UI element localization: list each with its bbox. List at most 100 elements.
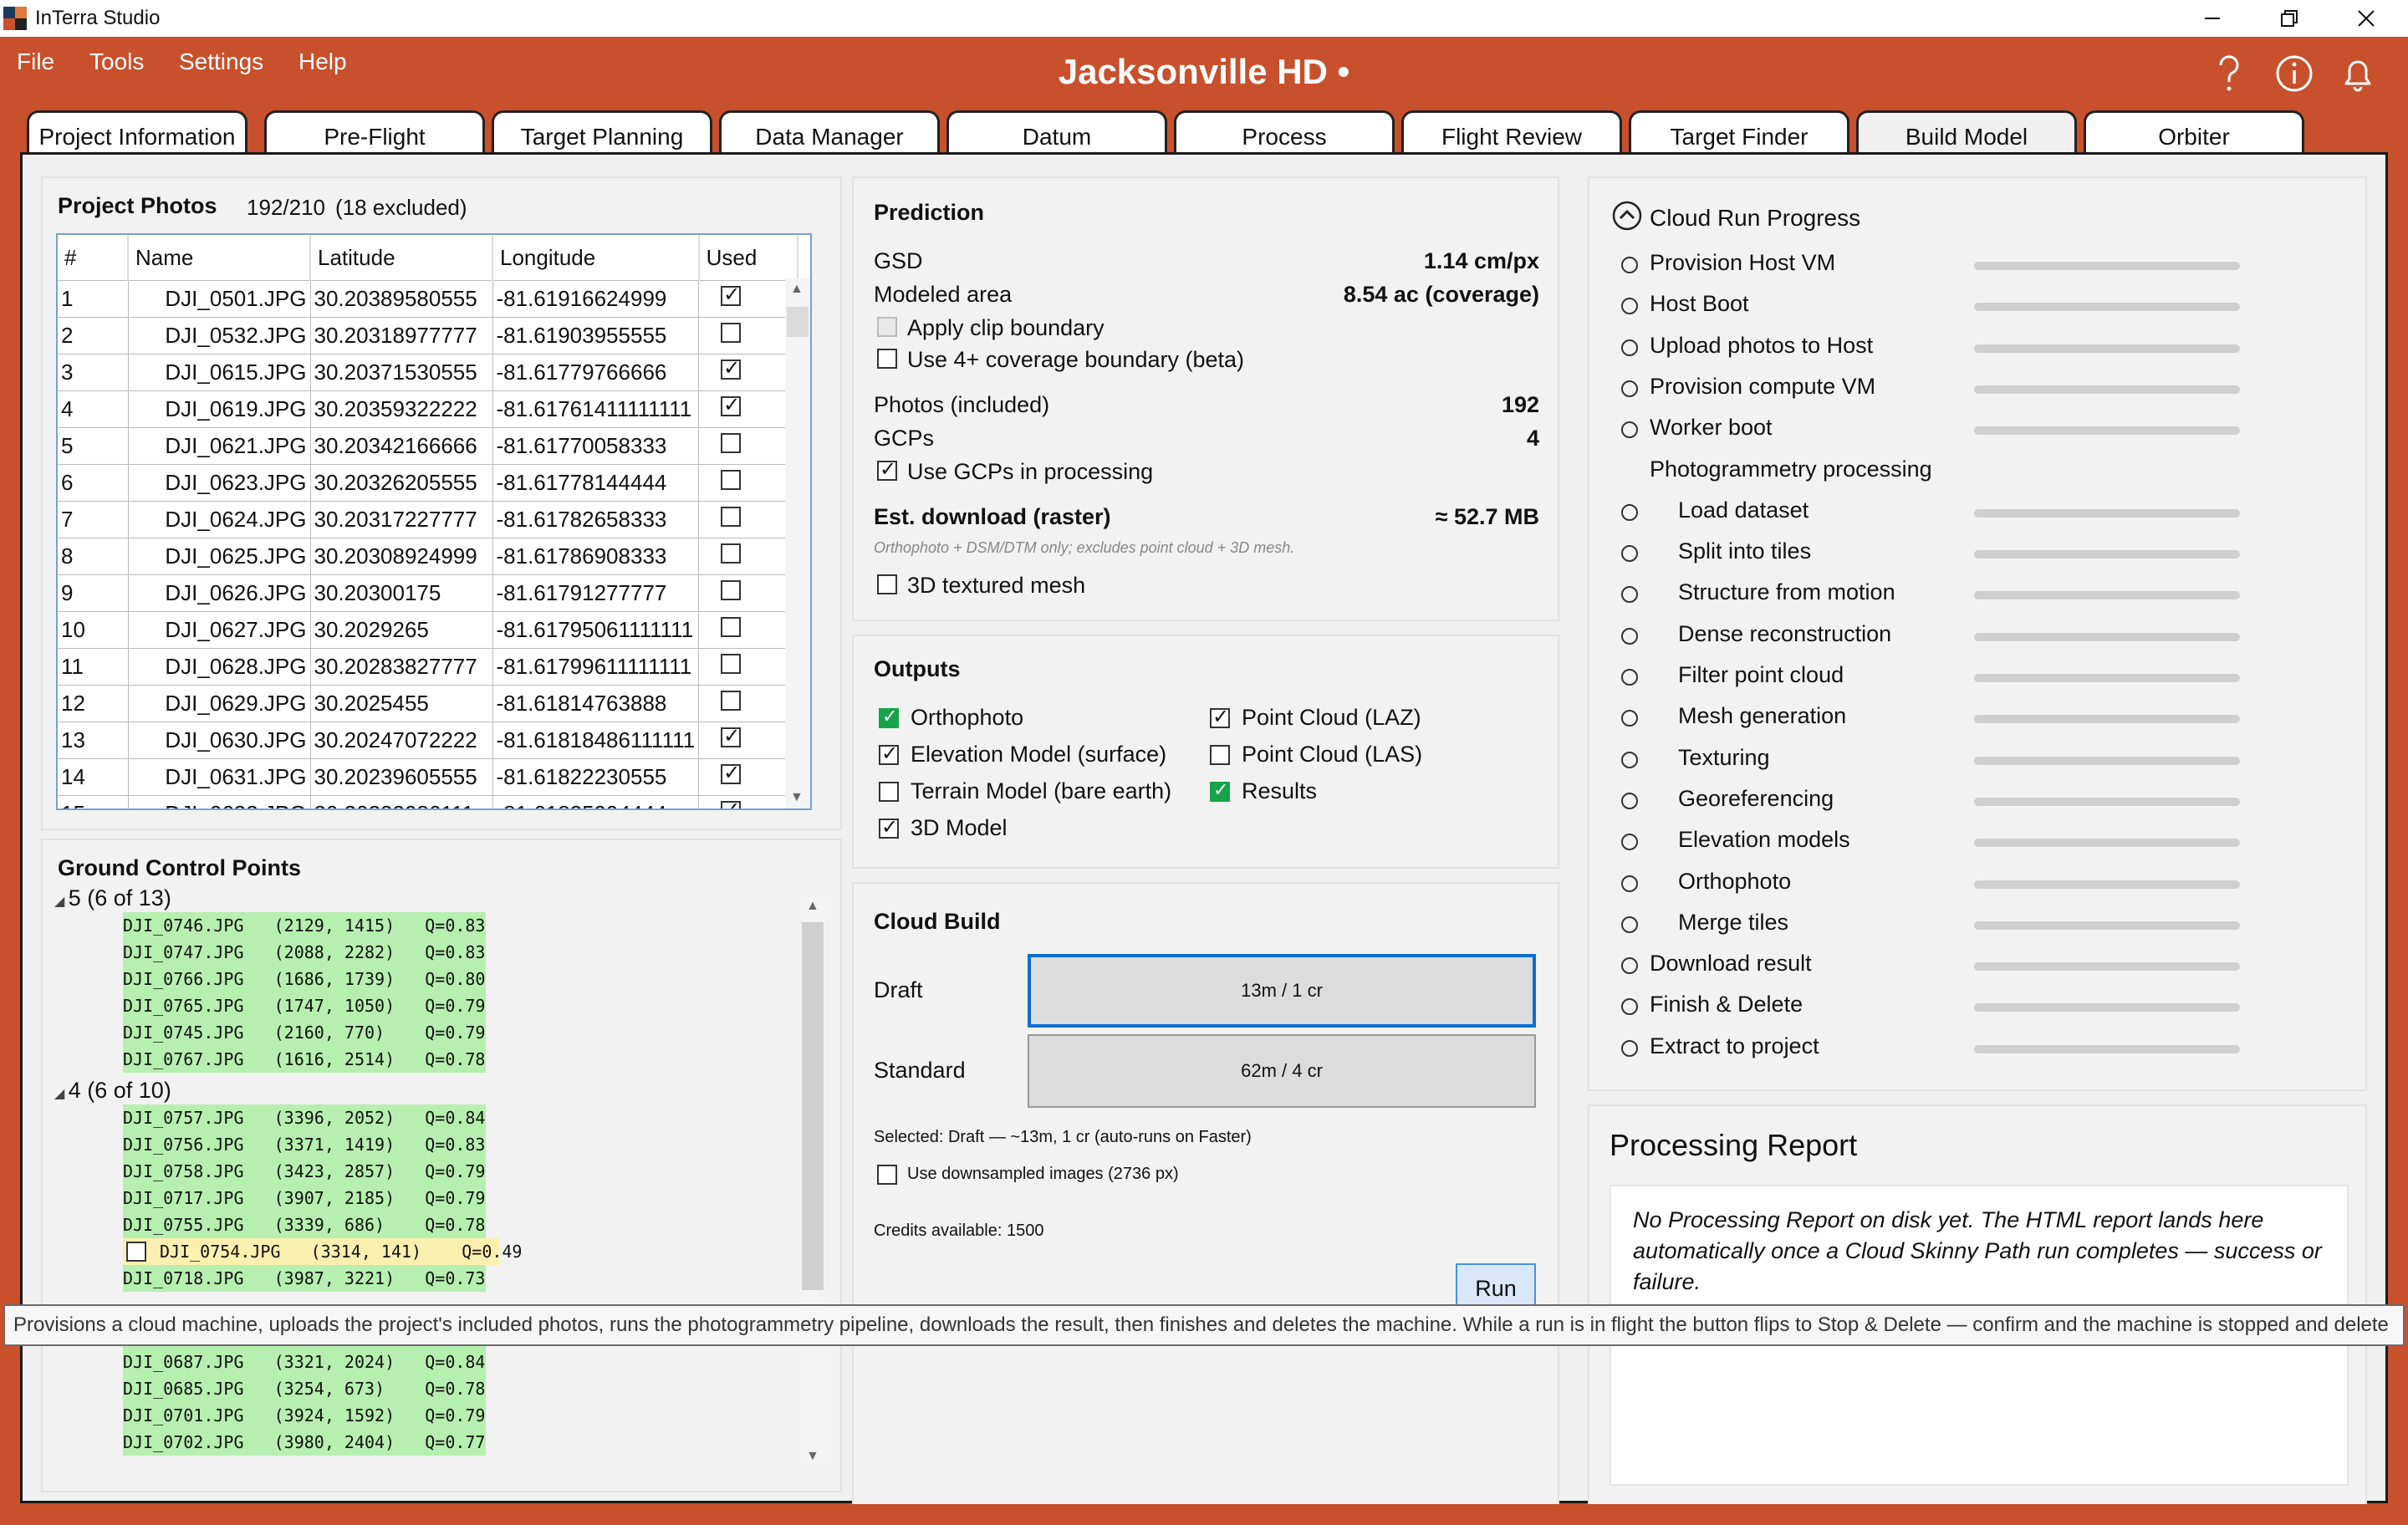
gcp-observation-row[interactable]: DJI_0757.JPG (3396, 2052) Q=0.84 [123, 1104, 486, 1131]
gcp-observation-row[interactable]: DJI_0756.JPG (3371, 1419) Q=0.83 [123, 1131, 486, 1158]
expand-caret-icon[interactable]: ◢ [54, 895, 69, 909]
use-gcps-checkbox[interactable] [877, 457, 897, 482]
photo-used-checkbox[interactable] [721, 724, 742, 748]
gcp-scrollbar-thumb[interactable] [802, 922, 824, 1290]
gcp-scroll-down-icon[interactable]: ▼ [806, 1449, 819, 1464]
gcp-observation-row[interactable]: DJI_0747.JPG (2088, 2282) Q=0.83 [123, 939, 486, 966]
tab-data-manager[interactable]: Data Manager [719, 110, 940, 156]
clip-boundary-checkbox[interactable] [877, 317, 897, 337]
textured-mesh-checkbox[interactable] [877, 574, 897, 594]
gcp-observation-row[interactable]: DJI_0767.JPG (1616, 2514) Q=0.78 [123, 1046, 486, 1073]
downsample-checkbox[interactable] [877, 1165, 897, 1185]
gcp-observation-row[interactable]: DJI_0702.JPG (3980, 2404) Q=0.77 [123, 1429, 486, 1456]
photo-row[interactable]: 5 DJI_0621.JPG 30.20342166666 -81.617700583… [58, 427, 798, 465]
tab-process[interactable]: Process [1174, 110, 1395, 156]
tab-pre-flight[interactable]: Pre-Flight [264, 110, 485, 156]
output-point-cloud-laz-checkbox[interactable] [1210, 705, 1230, 729]
standard-option-button[interactable]: 62m / 4 cr [1028, 1034, 1536, 1108]
photo-used-checkbox[interactable] [721, 433, 742, 453]
close-button[interactable] [2328, 0, 2405, 37]
gcp-group-toggle[interactable]: ◢ 4 (6 of 10) [54, 1078, 171, 1104]
gcp-observation-row[interactable]: DJI_0755.JPG (3339, 686) Q=0.78 [123, 1211, 486, 1238]
gcp-observation-row[interactable]: DJI_0718.JPG (3987, 3221) Q=0.73 [123, 1265, 486, 1292]
photo-used-checkbox[interactable] [721, 617, 742, 637]
tab-build-model[interactable]: Build Model [1856, 110, 2077, 156]
photo-used-checkbox[interactable] [721, 356, 742, 380]
gcp-observation-row[interactable]: DJI_0717.JPG (3907, 2185) Q=0.79 [123, 1185, 486, 1211]
gcp-observation-row[interactable]: DJI_0765.JPG (1747, 1050) Q=0.79 [123, 992, 486, 1019]
photo-row[interactable]: 10 DJI_0627.JPG 30.2029265 -81.617950611111… [58, 611, 798, 649]
scroll-up-icon[interactable]: ▲ [790, 282, 804, 297]
photo-used-checkbox[interactable] [721, 323, 742, 343]
output-terrain-model-bare-earth-checkbox[interactable] [879, 782, 899, 802]
build-model-page: Project Photos 192/210 (18 excluded) # N… [20, 152, 2388, 1504]
photo-used-checkbox[interactable] [721, 654, 742, 674]
col-header-latitude[interactable]: Latitude [310, 235, 493, 281]
photo-row[interactable]: 13 DJI_0630.JPG 30.20247072222 -81.61818486… [58, 722, 798, 759]
output-3d-model-checkbox[interactable] [879, 815, 899, 839]
gcp-observation-row[interactable]: DJI_0754.JPG (3314, 141) Q=0.49 [123, 1238, 522, 1265]
tab-datum[interactable]: Datum [946, 110, 1167, 156]
gcp-observation-row[interactable]: DJI_0687.JPG (3321, 2024) Q=0.84 [123, 1349, 486, 1375]
photo-row[interactable]: 2 DJI_0532.JPG 30.20318977777 -81.619039555… [58, 317, 798, 354]
tab-flight-review[interactable]: Flight Review [1401, 110, 1622, 156]
output-elevation-model-surface-checkbox[interactable] [879, 742, 899, 766]
photo-used-checkbox[interactable] [721, 393, 742, 417]
expand-caret-icon[interactable]: ◢ [54, 1087, 69, 1101]
photo-used-checkbox[interactable] [721, 470, 742, 490]
photo-row[interactable]: 14 DJI_0631.JPG 30.20239605555 -81.61822230… [58, 758, 798, 796]
draft-option-button[interactable]: 13m / 1 cr [1028, 954, 1536, 1028]
minimize-button[interactable] [2174, 0, 2251, 37]
photo-used-checkbox[interactable] [721, 580, 742, 600]
output-orthophoto-checkbox[interactable] [879, 706, 899, 728]
photos-scrollbar[interactable]: ▲ ▼ [785, 278, 810, 808]
photo-number: 2 [58, 317, 129, 354]
photo-row[interactable]: 8 DJI_0625.JPG 30.20308924999 -81.617869083… [58, 538, 798, 575]
gcp-observation-row[interactable]: DJI_0685.JPG (3254, 673) Q=0.78 [123, 1375, 486, 1402]
gcp-observation-row[interactable]: DJI_0758.JPG (3423, 2857) Q=0.79 [123, 1158, 486, 1185]
photo-row[interactable]: 3 DJI_0615.JPG 30.20371530555 -81.617797666… [58, 354, 798, 391]
tab-orbiter[interactable]: Orbiter [2084, 110, 2304, 156]
photo-row[interactable]: 15DJI_0632.JPG30.20232086111-81.61825994… [58, 795, 798, 808]
photo-row[interactable]: 9 DJI_0626.JPG 30.20300175 -81.61791277777 [58, 574, 798, 612]
tab-target-finder[interactable]: Target Finder [1629, 110, 1849, 156]
output-point-cloud-las-checkbox[interactable] [1210, 745, 1230, 765]
gcp-observation-row[interactable]: DJI_0746.JPG (2129, 1415) Q=0.83 [123, 912, 486, 939]
photo-row[interactable]: 11 DJI_0628.JPG 30.20283827777 -81.61799611… [58, 648, 798, 686]
gcp-observation-row[interactable]: DJI_0701.JPG (3924, 1592) Q=0.79 [123, 1402, 486, 1429]
col-header-used[interactable]: Used [698, 235, 798, 281]
output-results-label: Results [1242, 778, 1318, 803]
col-header-number[interactable]: # [58, 235, 129, 281]
help-icon[interactable] [2207, 52, 2251, 95]
collapse-chevron-icon[interactable] [1611, 200, 1643, 232]
tab-target-planning[interactable]: Target Planning [492, 110, 712, 156]
output-results-checkbox[interactable] [1210, 779, 1230, 802]
photo-row[interactable]: 6 DJI_0623.JPG 30.20326205555 -81.617781444… [58, 464, 798, 502]
gcp-scroll-up-icon[interactable]: ▲ [806, 899, 819, 914]
download-note: Orthophoto + DSM/DTM only; excludes poin… [874, 539, 1295, 556]
coverage-boundary-checkbox[interactable] [877, 349, 897, 369]
gcp-include-checkbox[interactable] [126, 1242, 146, 1262]
photo-used-checkbox[interactable] [721, 507, 742, 527]
photo-row[interactable]: 7 DJI_0624.JPG 30.20317227777 -81.617826583… [58, 501, 798, 538]
gcp-scrollbar[interactable]: ▲ ▼ [800, 897, 825, 1466]
photo-row[interactable]: 1 DJI_0501.JPG 30.20389580555 -81.619166249… [58, 280, 798, 318]
col-header-name[interactable]: Name [128, 235, 311, 281]
restore-button[interactable] [2251, 0, 2328, 37]
photo-used-checkbox[interactable] [721, 798, 742, 808]
col-header-longitude[interactable]: Longitude [492, 235, 700, 281]
photo-used-checkbox[interactable] [721, 691, 742, 711]
info-icon[interactable] [2273, 52, 2316, 95]
tab-project-information[interactable]: Project Information [27, 110, 247, 156]
gcp-observation-row[interactable]: DJI_0745.JPG (2160, 770) Q=0.79 [123, 1019, 486, 1046]
scroll-down-icon[interactable]: ▼ [790, 790, 804, 805]
scrollbar-thumb[interactable] [787, 307, 809, 337]
photo-row[interactable]: 4 DJI_0619.JPG 30.20359322222 -81.617614111… [58, 390, 798, 428]
photo-used-checkbox[interactable] [721, 761, 742, 785]
photo-row[interactable]: 12 DJI_0629.JPG 30.2025455 -81.61814763888 [58, 685, 798, 722]
photo-used-checkbox[interactable] [721, 543, 742, 564]
photo-used-checkbox[interactable] [721, 283, 742, 307]
gcp-group-toggle[interactable]: ◢ 5 (6 of 13) [54, 885, 171, 911]
notification-bell-icon[interactable] [2336, 52, 2380, 95]
gcp-observation-row[interactable]: DJI_0766.JPG (1686, 1739) Q=0.80 [123, 966, 486, 992]
